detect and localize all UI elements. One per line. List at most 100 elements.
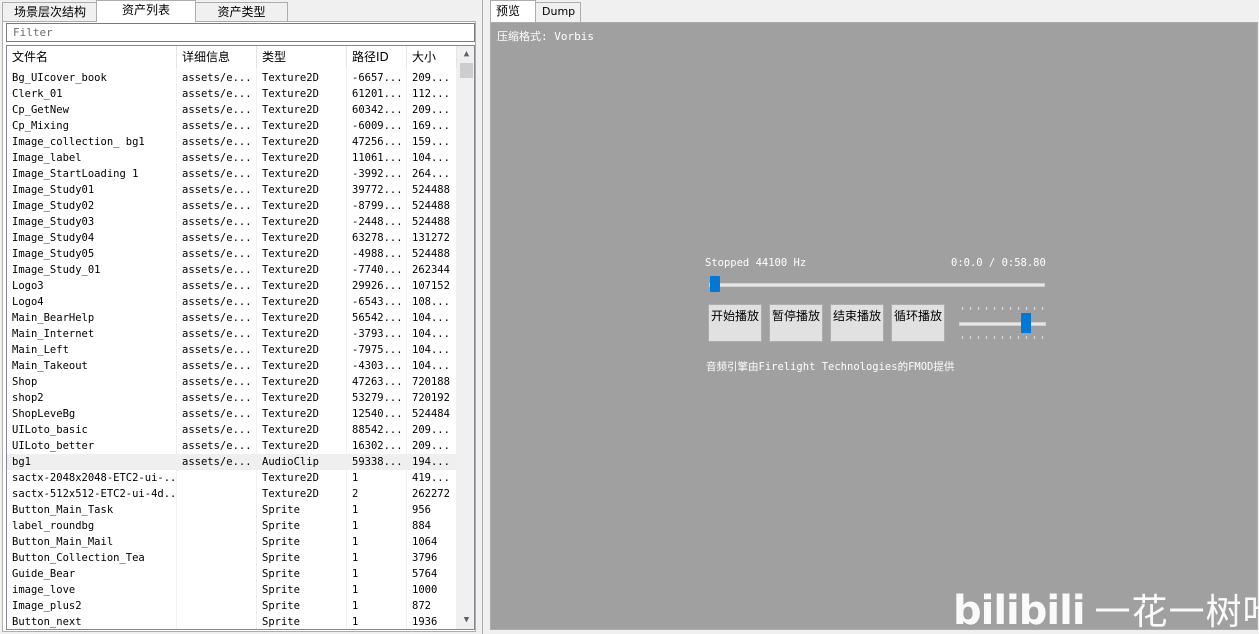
cell-type: Sprite <box>257 534 347 550</box>
volume-track[interactable] <box>959 322 1046 326</box>
cell-type: Texture2D <box>257 294 347 310</box>
scroll-down-icon[interactable]: ▼ <box>458 612 475 629</box>
cell-type: Sprite <box>257 614 347 630</box>
tab-preview[interactable]: 预览 <box>490 0 536 22</box>
cell-details: assets/e... <box>177 358 257 374</box>
table-row[interactable]: sactx-512x512-ETC2-ui-4d...Texture2D2262… <box>7 486 457 502</box>
table-row[interactable]: Main_BearHelpassets/e...Texture2D56542..… <box>7 310 457 326</box>
table-row[interactable]: UILoto_betterassets/e...Texture2D16302..… <box>7 438 457 454</box>
pause-button[interactable]: 暂停播放 <box>769 304 823 342</box>
table-row[interactable]: bg1assets/e...AudioClip59338...194... <box>7 454 457 470</box>
cell-filename: Main_BearHelp <box>7 310 177 326</box>
column-header-pathid[interactable]: 路径ID <box>347 46 407 69</box>
cell-filename: Clerk_01 <box>7 86 177 102</box>
column-header-size[interactable]: 大小 <box>407 46 457 69</box>
cell-size: 956 <box>407 502 457 518</box>
cell-filename: Bg_UIcover_book <box>7 70 177 86</box>
column-header-type[interactable]: 类型 <box>257 46 347 69</box>
vertical-scrollbar[interactable]: ▲ ▼ <box>457 46 474 629</box>
cell-details: assets/e... <box>177 70 257 86</box>
table-row[interactable]: Button_Main_TaskSprite1956 <box>7 502 457 518</box>
list-header: 文件名 详细信息 类型 路径ID 大小 <box>7 46 457 69</box>
table-row[interactable]: Main_Takeoutassets/e...Texture2D-4303...… <box>7 358 457 374</box>
table-row[interactable]: Button_Main_MailSprite11064 <box>7 534 457 550</box>
tab-asset-list[interactable]: 资产列表 <box>96 0 196 22</box>
left-panel: 场景层次结构 资产列表 资产类型 Filter 文件名 详细信息 类型 路径ID… <box>0 0 479 634</box>
cell-pathid: 1 <box>347 502 407 518</box>
compression-format-label: 压缩格式: Vorbis <box>497 28 594 44</box>
seek-slider-thumb[interactable] <box>710 276 720 292</box>
table-row[interactable]: Image_StartLoading 1assets/e...Texture2D… <box>7 166 457 182</box>
table-row[interactable]: Main_Leftassets/e...Texture2D-7975...104… <box>7 342 457 358</box>
cell-details: assets/e... <box>177 438 257 454</box>
table-row[interactable]: Image_Study03assets/e...Texture2D-2448..… <box>7 214 457 230</box>
table-row[interactable]: Image_plus2Sprite1872 <box>7 598 457 614</box>
volume-slider-thumb[interactable] <box>1021 313 1031 333</box>
table-row[interactable]: Guide_BearSprite15764 <box>7 566 457 582</box>
cell-type: Sprite <box>257 550 347 566</box>
table-row[interactable]: Clerk_01assets/e...Texture2D61201...112.… <box>7 86 457 102</box>
table-row[interactable]: Logo3assets/e...Texture2D29926...107152 <box>7 278 457 294</box>
table-row[interactable]: UILoto_basicassets/e...Texture2D88542...… <box>7 422 457 438</box>
cell-details <box>177 470 257 486</box>
table-row[interactable]: Main_Internetassets/e...Texture2D-3793..… <box>7 326 457 342</box>
table-row[interactable]: Button_nextSprite11936 <box>7 614 457 630</box>
table-row[interactable]: Shopassets/e...Texture2D47263...720188 <box>7 374 457 390</box>
seek-track[interactable] <box>709 283 1045 287</box>
fmod-credit: 音频引擎由Firelight Technologies的FMOD提供 <box>706 359 954 374</box>
panel-splitter[interactable] <box>479 0 488 634</box>
table-row[interactable]: Button_Collection_TeaSprite13796 <box>7 550 457 566</box>
cell-details <box>177 518 257 534</box>
table-row[interactable]: Image_Study05assets/e...Texture2D-4988..… <box>7 246 457 262</box>
table-row[interactable]: Image_collection_ bg1assets/e...Texture2… <box>7 134 457 150</box>
cell-type: Sprite <box>257 566 347 582</box>
tab-scene-hierarchy[interactable]: 场景层次结构 <box>2 2 98 22</box>
asset-list-view[interactable]: 文件名 详细信息 类型 路径ID 大小 Bg_UIcover_bookasset… <box>6 45 475 630</box>
cell-details: assets/e... <box>177 230 257 246</box>
table-row[interactable]: Image_labelassets/e...Texture2D11061...1… <box>7 150 457 166</box>
scroll-up-icon[interactable]: ▲ <box>458 46 475 63</box>
cell-filename: shop2 <box>7 390 177 406</box>
cell-filename: UILoto_better <box>7 438 177 454</box>
loop-button[interactable]: 循环播放 <box>891 304 945 342</box>
cell-pathid: 53279... <box>347 390 407 406</box>
table-row[interactable]: Logo4assets/e...Texture2D-6543...108... <box>7 294 457 310</box>
scroll-thumb[interactable] <box>460 63 473 78</box>
cell-pathid: -4303... <box>347 358 407 374</box>
bilibili-watermark: bilibili一花一树叶 <box>953 583 1259 634</box>
table-row[interactable]: Cp_GetNewassets/e...Texture2D60342...209… <box>7 102 457 118</box>
table-row[interactable]: shop2assets/e...Texture2D53279...720192 <box>7 390 457 406</box>
cell-pathid: -3793... <box>347 326 407 342</box>
column-header-details[interactable]: 详细信息 <box>177 46 257 69</box>
cell-size: 194... <box>407 454 457 470</box>
volume-ticks-top <box>962 307 1046 311</box>
table-row[interactable]: Cp_Mixingassets/e...Texture2D-6009...169… <box>7 118 457 134</box>
cell-pathid: -6543... <box>347 294 407 310</box>
tab-asset-types[interactable]: 资产类型 <box>195 2 288 22</box>
cell-details: assets/e... <box>177 214 257 230</box>
table-row[interactable]: label_roundbgSprite1884 <box>7 518 457 534</box>
cell-pathid: -2448... <box>347 214 407 230</box>
cell-filename: Image_collection_ bg1 <box>7 134 177 150</box>
stop-button[interactable]: 结束播放 <box>830 304 884 342</box>
table-row[interactable]: Image_Study01assets/e...Texture2D39772..… <box>7 182 457 198</box>
cell-details: assets/e... <box>177 310 257 326</box>
table-row[interactable]: Image_Study_01assets/e...Texture2D-7740.… <box>7 262 457 278</box>
cell-size: 104... <box>407 358 457 374</box>
table-row[interactable]: Bg_UIcover_bookassets/e...Texture2D-6657… <box>7 70 457 86</box>
cell-details: assets/e... <box>177 406 257 422</box>
cell-details: assets/e... <box>177 102 257 118</box>
table-row[interactable]: image_loveSprite11000 <box>7 582 457 598</box>
table-row[interactable]: Image_Study02assets/e...Texture2D-8799..… <box>7 198 457 214</box>
cell-size: 524488 <box>407 182 457 198</box>
cell-filename: Shop <box>7 374 177 390</box>
column-header-filename[interactable]: 文件名 <box>7 46 177 69</box>
table-row[interactable]: ShopLeveBgassets/e...Texture2D12540...52… <box>7 406 457 422</box>
play-button[interactable]: 开始播放 <box>708 304 762 342</box>
filter-input[interactable]: Filter <box>6 23 475 42</box>
cell-details <box>177 614 257 630</box>
table-row[interactable]: Image_Study04assets/e...Texture2D63278..… <box>7 230 457 246</box>
table-row[interactable]: sactx-2048x2048-ETC2-ui-...Texture2D1419… <box>7 470 457 486</box>
cell-size: 872 <box>407 598 457 614</box>
tab-dump[interactable]: Dump <box>535 2 581 22</box>
